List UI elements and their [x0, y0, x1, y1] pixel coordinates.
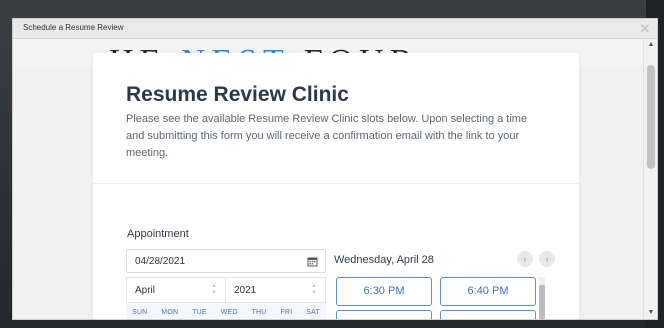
- schedule-modal: Schedule a Resume Review ✕ HE NEST FOUR …: [12, 18, 658, 320]
- section-divider: [93, 183, 579, 184]
- weekday-label: SAT: [306, 308, 320, 316]
- time-slot-button[interactable]: 6:30 PM: [336, 277, 432, 306]
- scroll-up-arrow-icon[interactable]: ▲: [644, 39, 657, 51]
- weekday-label: FRI: [280, 308, 293, 316]
- review-clinic-card: Resume Review Clinic Please see the avai…: [93, 53, 579, 319]
- appointment-label: Appointment: [127, 228, 189, 240]
- scroll-down-arrow-icon[interactable]: ▼: [644, 307, 657, 319]
- weekday-label: WED: [220, 308, 238, 316]
- scrollbar-thumb[interactable]: [647, 65, 655, 169]
- weekday-label: THU: [251, 308, 267, 316]
- modal-title: Schedule a Resume Review: [23, 23, 124, 32]
- page-title: Resume Review Clinic: [126, 83, 349, 106]
- month-value: April: [135, 285, 156, 296]
- chevron-right-icon[interactable]: ›: [539, 251, 555, 267]
- modal-scrollbar[interactable]: ▲ ▼: [643, 39, 657, 319]
- date-value: 04/28/2021: [135, 256, 186, 267]
- spinner-arrows-icon[interactable]: ▲ ▼: [211, 283, 217, 297]
- year-value: 2021: [234, 285, 257, 296]
- appointment-date-input[interactable]: 04/28/2021: [126, 249, 326, 273]
- time-slot-button[interactable]: 6:50 PM: [336, 310, 432, 319]
- weekday-label: TUE: [192, 308, 207, 316]
- year-select[interactable]: 2021 ▲ ▼: [226, 277, 326, 303]
- weekday-label: MON: [161, 308, 179, 316]
- page-description: Please see the available Resume Review C…: [126, 113, 528, 159]
- month-select[interactable]: April ▲ ▼: [126, 277, 226, 303]
- modal-titlebar: Schedule a Resume Review ✕: [13, 19, 657, 39]
- chevron-left-icon[interactable]: ‹: [517, 251, 533, 267]
- time-slot-button[interactable]: 7:00 PM: [440, 310, 536, 319]
- spinner-arrows-icon[interactable]: ▲ ▼: [311, 283, 317, 297]
- weekday-label: SUN: [132, 308, 148, 316]
- calendar-icon[interactable]: [307, 256, 318, 267]
- close-icon[interactable]: ✕: [637, 21, 653, 37]
- weekday-header: SUN MON TUE WED THU FRI SAT: [126, 303, 326, 319]
- scrollbar-thumb[interactable]: [539, 285, 545, 319]
- selected-day-heading: Wednesday, April 28: [334, 254, 434, 266]
- time-slot-button[interactable]: 6:40 PM: [440, 277, 536, 306]
- time-slots-scrollbar[interactable]: [539, 277, 545, 319]
